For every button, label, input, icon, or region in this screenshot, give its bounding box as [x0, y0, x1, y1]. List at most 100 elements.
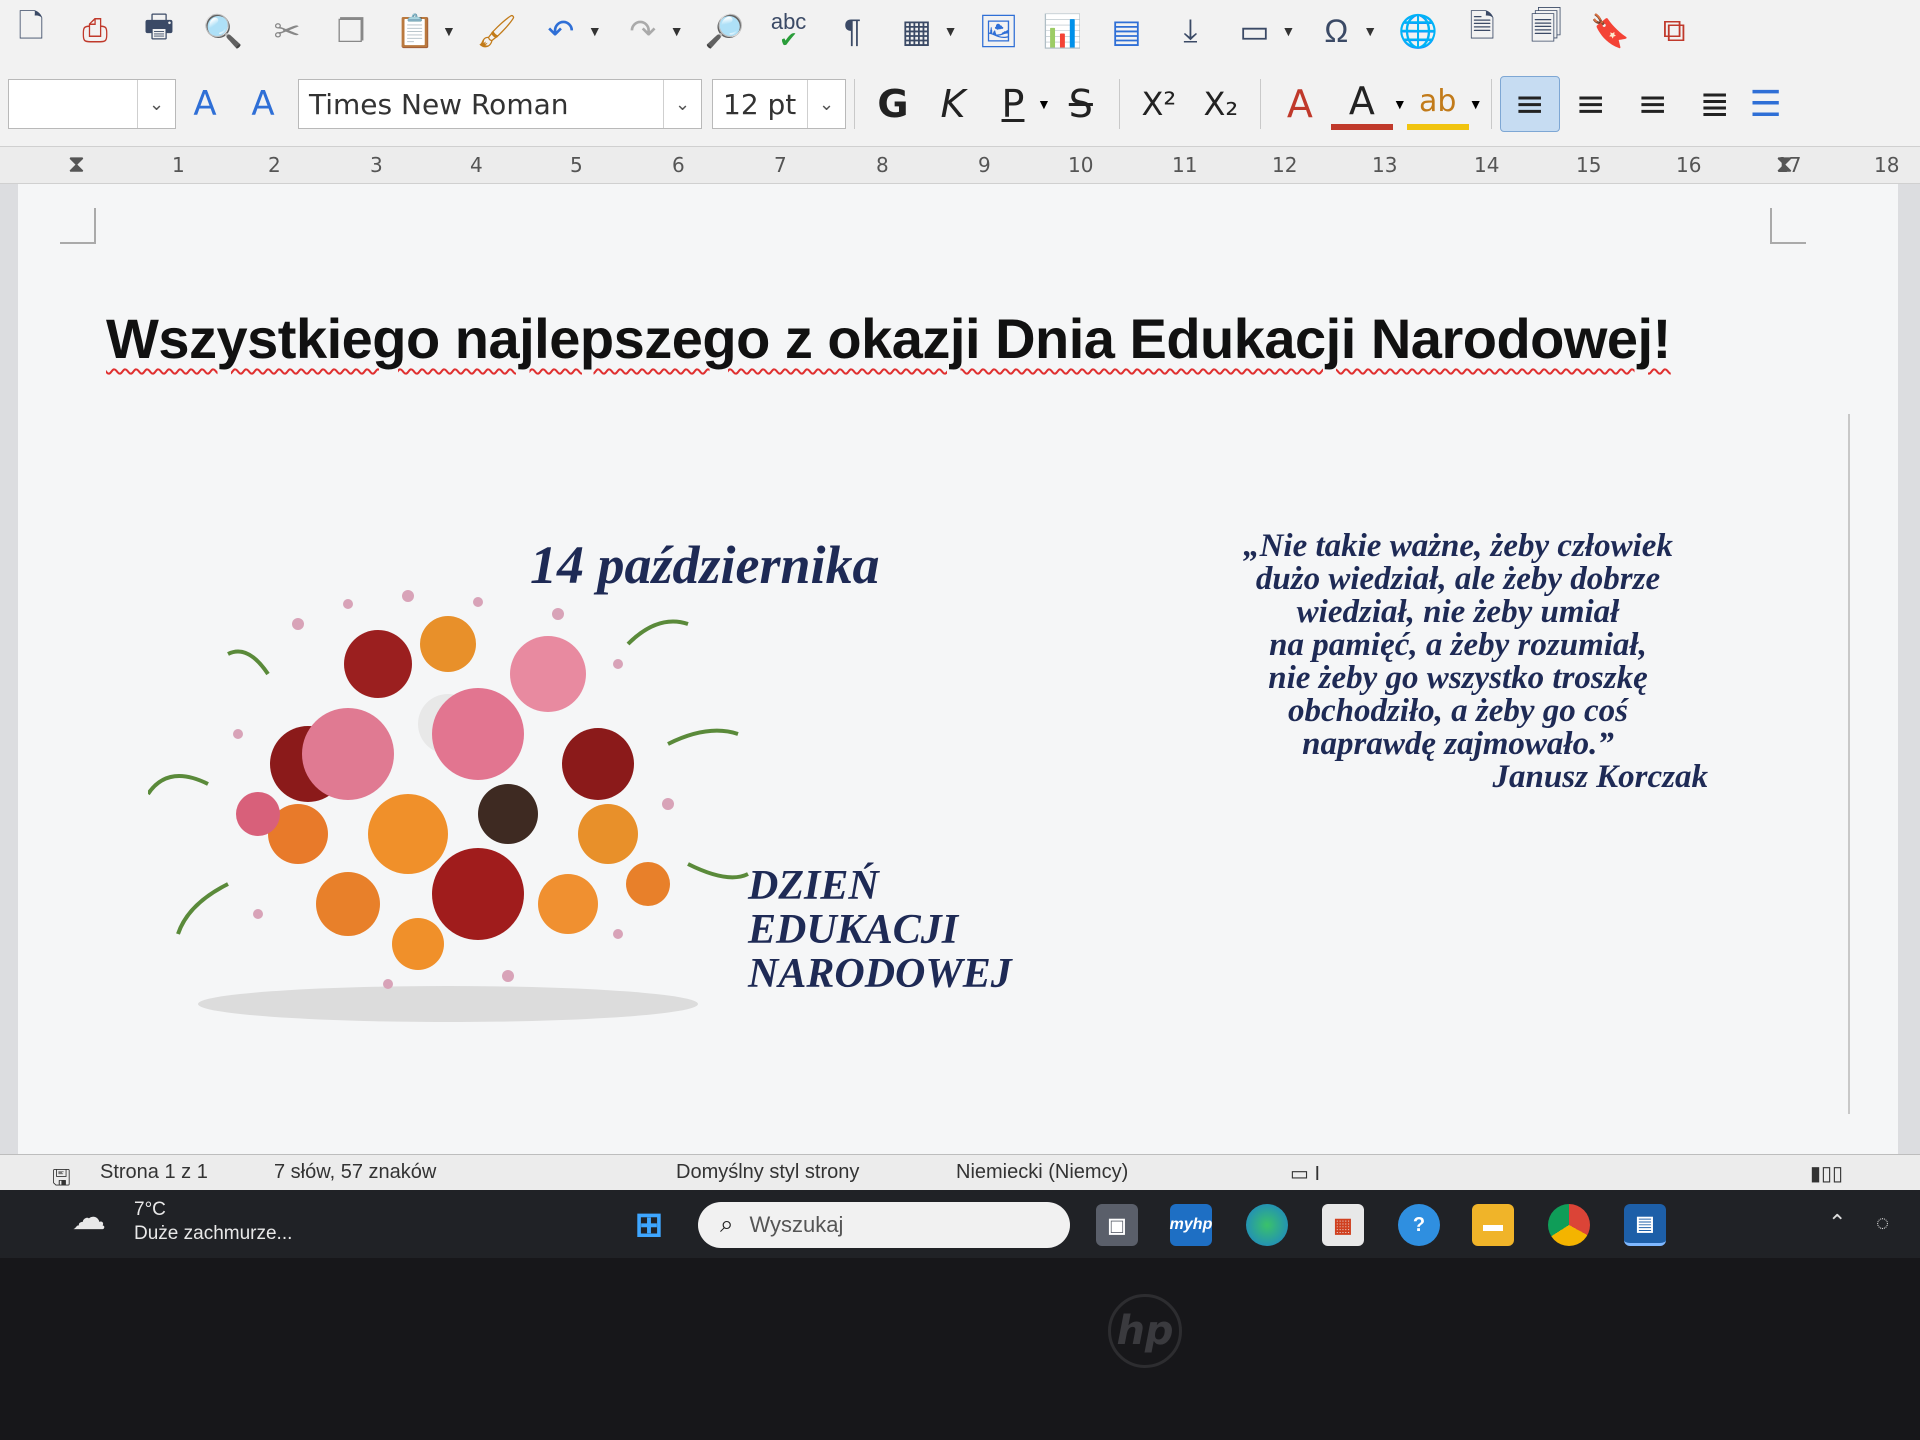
endnote-icon[interactable]: 🗐 — [1523, 8, 1569, 54]
align-center-icon[interactable]: ≡ — [1560, 76, 1622, 132]
chevron-down-icon[interactable]: ▼ — [944, 23, 958, 39]
copy-icon[interactable]: ❐ — [328, 8, 374, 54]
paragraph-style-dropdown[interactable]: ⌄ — [8, 79, 176, 129]
myhp-icon[interactable]: myhp — [1170, 1204, 1212, 1246]
cross-reference-icon[interactable]: ⧉ — [1651, 8, 1697, 54]
subscript-button[interactable]: X₂ — [1190, 76, 1252, 132]
font-name-dropdown[interactable]: Times New Roman ⌄ — [298, 79, 702, 129]
chevron-down-icon[interactable]: ▼ — [442, 23, 456, 39]
edge-browser-icon[interactable] — [1246, 1204, 1288, 1246]
print-preview-icon[interactable]: 🔍 — [200, 8, 246, 54]
chevron-down-icon[interactable]: ▼ — [1469, 96, 1483, 112]
ruler-number: 5 — [570, 153, 583, 177]
separator — [854, 79, 855, 129]
chevron-down-icon[interactable]: ⌄ — [663, 80, 701, 128]
special-character-icon[interactable]: Ω — [1313, 8, 1359, 54]
italic-button[interactable]: K — [923, 76, 983, 132]
taskbar-search[interactable]: ⌕ Wyszukaj — [698, 1202, 1070, 1248]
chevron-up-icon[interactable]: ⌃ — [1828, 1210, 1846, 1236]
export-pdf-icon[interactable]: ⎙ — [72, 8, 118, 54]
ruler-number: 2 — [268, 153, 281, 177]
ruler-number: 15 — [1576, 153, 1602, 177]
text-language[interactable]: Niemiecki (Niemcy) — [956, 1161, 1128, 1184]
font-size-value: 12 pt — [723, 87, 797, 121]
font-color-button[interactable]: A — [1330, 78, 1393, 130]
page-heading[interactable]: Wszystkiego najlepszego z okazji Dnia Ed… — [106, 306, 1806, 371]
korczak-quote[interactable]: „Nie takie ważne, żeby człowiek dużo wie… — [1098, 530, 1818, 794]
highlight-color-icon[interactable]: ab — [1406, 78, 1469, 130]
task-view-icon[interactable]: ▣ — [1096, 1204, 1138, 1246]
ruler-number: 7 — [774, 153, 787, 177]
bullet-list-icon[interactable]: ☰ — [1746, 76, 1786, 132]
formatting-marks-icon[interactable]: ¶ — [830, 8, 876, 54]
ruler-number: 6 — [672, 153, 685, 177]
writer-app-icon[interactable]: ▤ — [1624, 1204, 1666, 1246]
ruler-number: 1 — [172, 153, 185, 177]
redo-icon[interactable]: ↷ — [620, 8, 666, 54]
chevron-down-icon[interactable]: ▼ — [1393, 96, 1407, 112]
file-explorer-icon[interactable]: ▬ — [1472, 1204, 1514, 1246]
word-count[interactable]: 7 słów, 57 znaków — [274, 1161, 436, 1184]
align-left-icon[interactable]: ≡ — [1499, 76, 1560, 132]
clear-formatting-icon[interactable]: A — [1269, 76, 1331, 132]
page-count[interactable]: Strona 1 z 1 — [100, 1161, 208, 1184]
insert-table-icon[interactable]: ▦ — [894, 8, 940, 54]
new-document-icon[interactable]: 🗋 — [8, 8, 54, 54]
chevron-down-icon[interactable]: ▼ — [670, 23, 684, 39]
chevron-down-icon[interactable]: ⌄ — [807, 80, 845, 128]
ruler-number: 4 — [470, 153, 483, 177]
cut-icon[interactable]: ✂ — [264, 8, 310, 54]
view-layout-icon[interactable]: ▮▯▯ — [1810, 1161, 1843, 1186]
right-indent-marker-icon[interactable]: ⧗ — [1776, 151, 1793, 179]
paste-icon[interactable]: 📋 — [392, 8, 438, 54]
hyperlink-icon[interactable]: 🌐 — [1395, 8, 1441, 54]
cloud-icon: ☁ — [72, 1199, 106, 1237]
dzien-line: NARODOWEJ — [748, 951, 1012, 997]
status-bar: 🖫 Strona 1 z 1 7 słów, 57 znaków Domyśln… — [0, 1154, 1920, 1190]
superscript-button[interactable]: X² — [1128, 76, 1190, 132]
print-icon[interactable]: 🖶 — [136, 8, 182, 54]
footnote-icon[interactable]: 🗎 — [1459, 8, 1505, 54]
spelling-icon[interactable]: abc ✔ — [766, 8, 812, 54]
help-icon[interactable]: ? — [1398, 1204, 1440, 1246]
flower-bouquet-image[interactable] — [148, 584, 768, 1024]
insert-field-icon[interactable]: ▭ — [1231, 8, 1277, 54]
windows-start-icon[interactable]: ⊞ — [628, 1204, 670, 1246]
standard-toolbar: 🗋 ⎙ 🖶 🔍 ✂ ❐ 📋 ▼ 🖌 ↶ ▼ ↷ ▼ 🔎 abc ✔ ¶ ▦ ▼ 🖼 📊 ▤… — [0, 0, 1920, 62]
justify-icon[interactable]: ≣ — [1684, 76, 1746, 132]
chevron-down-icon[interactable]: ▼ — [1281, 23, 1295, 39]
indent-marker-icon[interactable]: ⧗ — [68, 151, 85, 179]
ruler[interactable]: 1 2 3 4 5 6 7 8 9 10 11 12 13 14 15 16 1… — [0, 146, 1920, 184]
insert-mode-icon[interactable]: ▭ I — [1290, 1161, 1320, 1186]
network-icon[interactable]: ◌ — [1876, 1210, 1889, 1236]
weather-widget[interactable]: ☁ 7°C Duże zachmurze... — [72, 1198, 292, 1246]
find-replace-icon[interactable]: 🔎 — [702, 8, 748, 54]
chevron-down-icon[interactable]: ▼ — [1363, 23, 1377, 39]
insert-chart-icon[interactable]: 📊 — [1039, 8, 1085, 54]
insert-textbox-icon[interactable]: ▤ — [1103, 8, 1149, 54]
clone-formatting-icon[interactable]: 🖌 — [474, 8, 520, 54]
dzien-edukacji-text[interactable]: DZIEŃ EDUKACJI NARODOWEJ — [748, 864, 1012, 996]
update-style-icon[interactable]: A — [176, 76, 234, 132]
ruler-number: 8 — [876, 153, 889, 177]
chevron-down-icon[interactable]: ▼ — [1037, 96, 1051, 112]
strikethrough-button[interactable]: S — [1051, 76, 1111, 132]
bookmark-icon[interactable]: 🔖 — [1587, 8, 1633, 54]
document-area[interactable]: Wszystkiego najlepszego z okazji Dnia Ed… — [0, 184, 1920, 1154]
undo-icon[interactable]: ↶ — [538, 8, 584, 54]
microsoft-store-icon[interactable]: ▦ — [1322, 1204, 1364, 1246]
page-style[interactable]: Domyślny styl strony — [676, 1161, 859, 1184]
chevron-down-icon[interactable]: ▼ — [588, 23, 602, 39]
new-style-icon[interactable]: A — [234, 76, 292, 132]
bold-button[interactable]: G — [863, 76, 923, 132]
document-page[interactable]: Wszystkiego najlepszego z okazji Dnia Ed… — [18, 184, 1898, 1154]
insert-page-break-icon[interactable]: ⤓ — [1167, 8, 1213, 54]
temperature: 7°C — [134, 1199, 166, 1220]
insert-image-icon[interactable]: 🖼 — [975, 8, 1021, 54]
chrome-browser-icon[interactable] — [1548, 1204, 1590, 1246]
font-size-dropdown[interactable]: 12 pt ⌄ — [712, 79, 846, 129]
chevron-down-icon[interactable]: ⌄ — [137, 80, 175, 128]
align-right-icon[interactable]: ≡ — [1622, 76, 1684, 132]
underline-button[interactable]: P — [983, 76, 1043, 132]
ruler-number: 13 — [1372, 153, 1398, 177]
